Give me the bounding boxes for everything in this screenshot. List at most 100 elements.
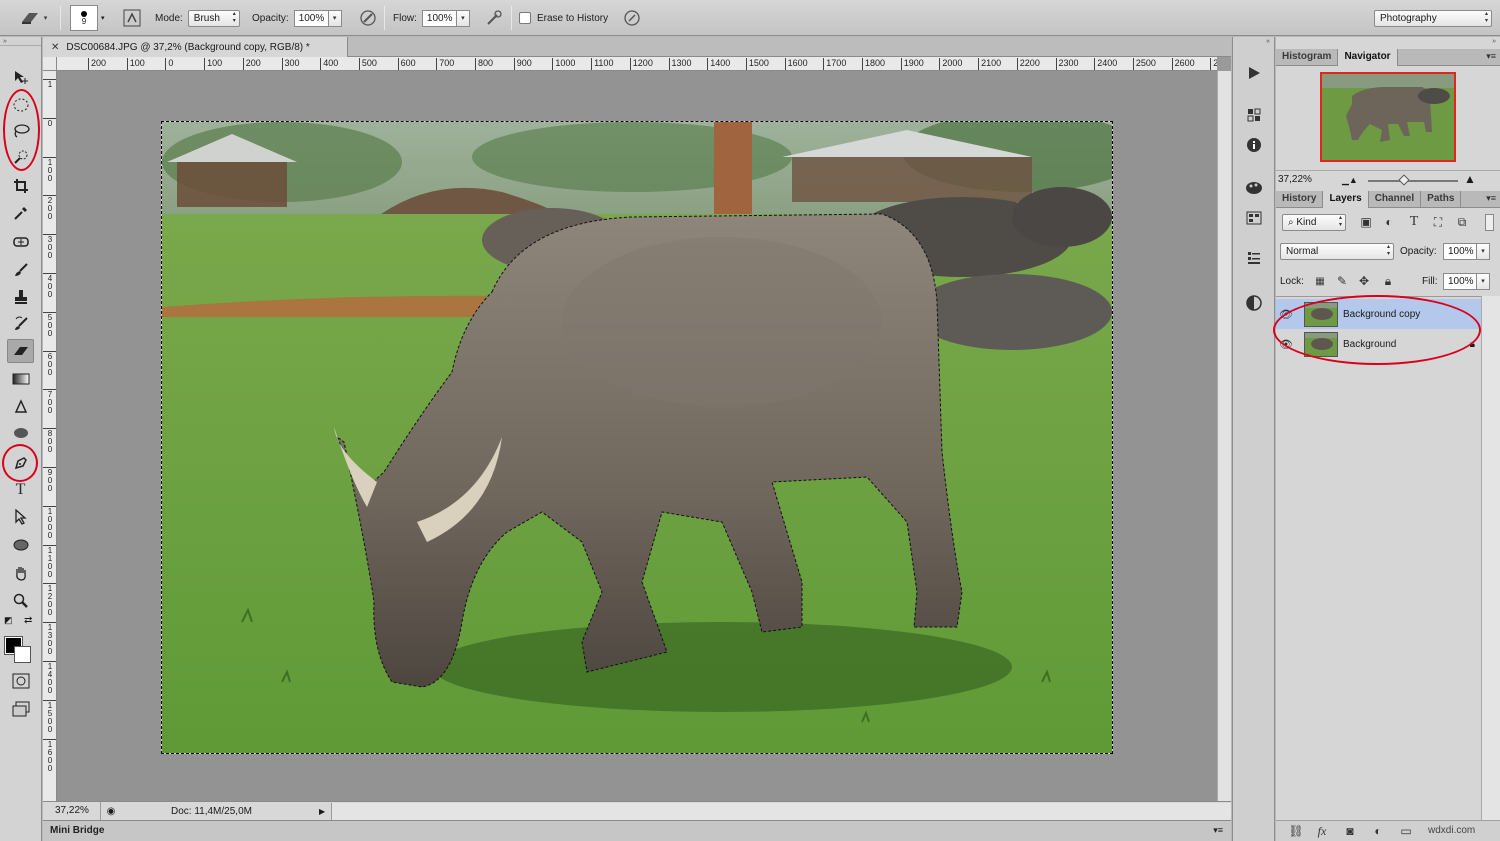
quick-mask-icon[interactable] — [7, 669, 34, 693]
opacity-dropdown-button[interactable]: ▾ — [329, 10, 342, 27]
path-selection-tool-icon[interactable] — [7, 505, 34, 529]
canvas-area[interactable] — [57, 71, 1217, 801]
workspace-select[interactable]: Photography — [1374, 10, 1492, 27]
filter-smart-objects-icon[interactable]: ⧉ — [1452, 212, 1472, 232]
tab-layers[interactable]: Layers — [1323, 191, 1368, 208]
filter-type-layers-icon[interactable]: T — [1404, 212, 1424, 232]
move-tool-icon[interactable] — [7, 65, 34, 89]
crop-tool-icon[interactable] — [7, 174, 34, 198]
erase-to-history-checkbox[interactable] — [519, 12, 531, 24]
tab-navigator[interactable]: Navigator — [1338, 49, 1397, 66]
erase-to-history-option[interactable]: Erase to History — [519, 0, 608, 36]
fill-dropdown[interactable]: ▾ — [1477, 273, 1490, 290]
brush-size-picker[interactable]: 9 ▾ — [70, 0, 105, 36]
type-tool-icon[interactable]: T — [7, 478, 34, 502]
vertical-scrollbar[interactable] — [1217, 71, 1231, 801]
navigator-zoom-slider[interactable] — [1368, 180, 1458, 182]
lock-image-pixels-icon[interactable]: ✎ — [1332, 271, 1352, 291]
layer-opacity-input[interactable]: 100% — [1443, 243, 1477, 260]
dock-collapse-icon[interactable]: « — [1233, 37, 1274, 46]
history-brush-tool-icon[interactable] — [7, 312, 34, 336]
pressure-opacity-icon[interactable] — [356, 0, 380, 36]
visibility-eye-icon[interactable]: 👁︎ — [1276, 338, 1296, 351]
zoom-in-icon[interactable]: ▲ — [1464, 172, 1476, 186]
buffalo-photo[interactable] — [162, 122, 1112, 753]
brush-tool-icon[interactable] — [7, 258, 34, 282]
filter-adjustment-layers-icon[interactable]: ◐ — [1379, 212, 1399, 232]
healing-brush-tool-icon[interactable] — [7, 230, 34, 254]
elliptical-marquee-tool-icon[interactable] — [7, 93, 34, 117]
swatches-icon[interactable] — [1241, 206, 1267, 230]
default-colors-icon[interactable]: ◩ — [4, 615, 13, 626]
clone-stamp-tool-icon[interactable] — [7, 285, 34, 309]
new-group-icon[interactable]: ▭ — [1396, 821, 1416, 841]
color-palette-icon[interactable] — [1241, 176, 1267, 200]
filter-toggle-switch[interactable] — [1485, 214, 1494, 231]
swap-colors-icon[interactable]: ⇄ — [24, 615, 32, 626]
status-camera-icon[interactable]: ◉ — [101, 806, 121, 817]
status-menu-arrow-icon[interactable]: ▶ — [319, 807, 331, 816]
lock-position-icon[interactable]: ✥ — [1354, 271, 1374, 291]
tab-histogram[interactable]: Histogram — [1276, 49, 1338, 66]
layer-row-background[interactable]: 👁︎ Background 🔒︎ — [1276, 329, 1481, 359]
layers-panel-menu-icon[interactable]: ▾≡ — [1486, 193, 1496, 204]
horizontal-ruler[interactable]: 2001000100200300400500600700800900100011… — [57, 57, 1217, 71]
flow-dropdown-button[interactable]: ▾ — [457, 10, 470, 27]
fill-input[interactable]: 100% — [1443, 273, 1477, 290]
eyedropper-tool-icon[interactable] — [7, 201, 34, 225]
background-color-swatch[interactable] — [14, 646, 31, 663]
panel-collapse-icon[interactable]: » — [1276, 37, 1500, 47]
brush-panel-icon[interactable] — [120, 0, 144, 36]
pen-tool-icon[interactable] — [7, 451, 34, 475]
lasso-tool-icon[interactable] — [7, 119, 34, 143]
vertical-ruler[interactable]: 101 0 02 0 03 0 04 0 05 0 06 0 07 0 08 0… — [43, 71, 57, 801]
ellipse-tool-icon[interactable] — [7, 533, 34, 557]
filter-shape-layers-icon[interactable]: ⛶ — [1428, 212, 1448, 232]
adjustments-icon[interactable] — [1241, 291, 1267, 315]
eraser-preset-icon[interactable]: ▾ — [18, 0, 48, 36]
lock-all-icon[interactable]: 🔒︎ — [1378, 271, 1398, 291]
zoom-out-icon[interactable]: ▁▲ — [1342, 175, 1358, 186]
filter-pixel-layers-icon[interactable]: ▣ — [1356, 212, 1376, 232]
tab-history[interactable]: History — [1276, 191, 1323, 208]
dodge-tool-icon[interactable] — [7, 421, 34, 445]
status-zoom[interactable]: 37,22% — [43, 802, 101, 821]
info-icon[interactable] — [1241, 133, 1267, 157]
layer-kind-filter[interactable]: ⌕ Kind — [1282, 214, 1346, 231]
visibility-eye-icon[interactable]: 👁︎ — [1276, 308, 1296, 321]
properties-icon[interactable] — [1241, 103, 1267, 127]
link-layers-icon[interactable]: ⛓︎ — [1286, 821, 1306, 841]
airbrush-icon[interactable] — [482, 0, 506, 36]
tab-paths[interactable]: Paths — [1421, 191, 1461, 208]
horizontal-scrollbar[interactable] — [331, 803, 1231, 820]
tab-channels[interactable]: Channel — [1369, 191, 1421, 208]
lock-transparent-pixels-icon[interactable]: ▦ — [1310, 271, 1330, 291]
layer-opacity-dropdown[interactable]: ▾ — [1477, 243, 1490, 260]
navigator-thumbnail[interactable] — [1320, 72, 1456, 162]
hand-tool-icon[interactable] — [7, 561, 34, 585]
document-tab[interactable]: ✕ DSC00684.JPG @ 37,2% (Background copy,… — [43, 37, 348, 57]
opacity-input[interactable]: 100% — [294, 10, 329, 27]
layer-style-fx-icon[interactable]: fx — [1312, 821, 1332, 841]
add-mask-icon[interactable]: ◙ — [1340, 821, 1360, 841]
layers-scrollbar[interactable] — [1481, 296, 1500, 820]
mini-bridge-menu-icon[interactable]: ▾≡ — [1213, 821, 1223, 840]
zoom-tool-icon[interactable] — [7, 589, 34, 613]
mini-bridge-panel[interactable]: Mini Bridge ▾≡ — [43, 820, 1231, 841]
eraser-tool-icon[interactable] — [7, 339, 34, 363]
navigator-zoom-slider-handle[interactable] — [1398, 174, 1409, 185]
screen-mode-icon[interactable] — [7, 697, 34, 721]
toolbox-grip[interactable]: » — [0, 37, 41, 46]
mode-select[interactable]: Brush — [188, 10, 240, 27]
blend-mode-select[interactable]: Normal — [1280, 243, 1394, 260]
quick-selection-tool-icon[interactable] — [7, 145, 34, 169]
pressure-size-icon[interactable] — [620, 0, 644, 36]
navigator-panel-menu-icon[interactable]: ▾≡ — [1486, 51, 1496, 62]
gradient-tool-icon[interactable] — [7, 367, 34, 391]
navigator-zoom-value[interactable]: 37,22% — [1278, 174, 1312, 185]
blur-tool-icon[interactable] — [7, 395, 34, 419]
new-adjustment-layer-icon[interactable]: ◐ — [1368, 821, 1388, 841]
close-tab-icon[interactable]: ✕ — [51, 42, 59, 53]
actions-play-icon[interactable] — [1241, 61, 1267, 85]
flow-input[interactable]: 100% — [422, 10, 457, 27]
